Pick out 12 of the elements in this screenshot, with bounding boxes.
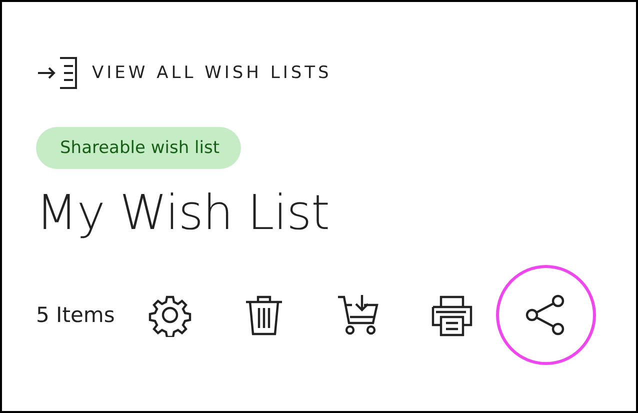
wish-list-title: My Wish List [36, 185, 330, 241]
shareable-badge: Shareable wish list [36, 127, 242, 169]
printer-button[interactable] [430, 293, 474, 337]
view-all-link[interactable]: VIEW ALL WISH LISTS [36, 56, 332, 90]
share-button[interactable] [496, 265, 596, 365]
printer-icon [430, 293, 474, 337]
list-icon [36, 56, 80, 90]
settings-icon [148, 293, 192, 337]
settings-button[interactable] [148, 293, 192, 337]
cart-button[interactable] [336, 293, 380, 337]
item-count: 5 Items [36, 303, 115, 327]
cart-icon [336, 293, 380, 337]
